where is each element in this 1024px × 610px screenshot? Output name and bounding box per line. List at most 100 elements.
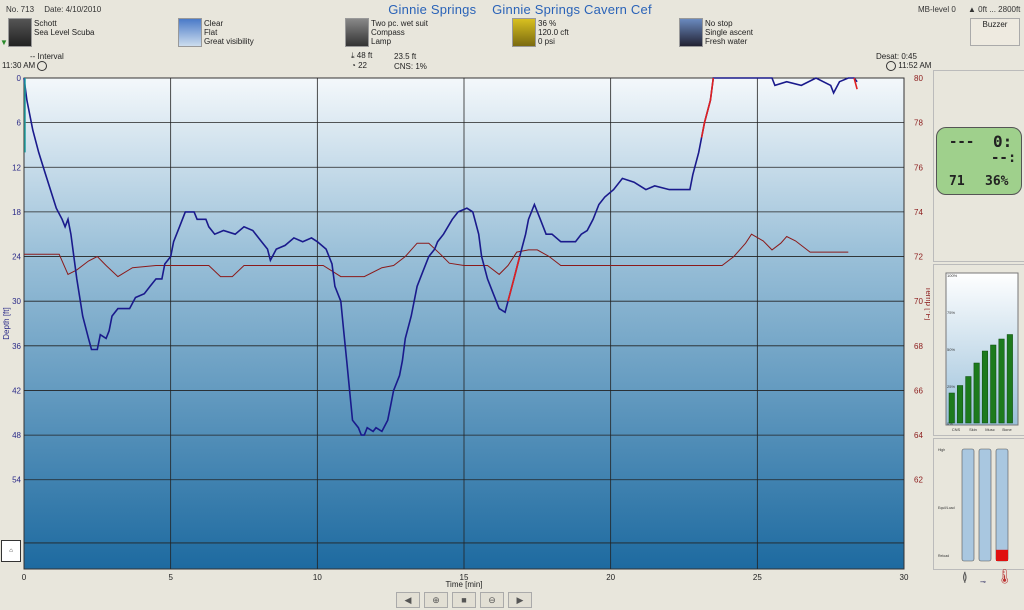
x-tick-label: 0 xyxy=(22,573,27,582)
thermometer-icon: 🌡 xyxy=(996,568,1014,584)
stop-button[interactable]: ■ xyxy=(452,592,476,608)
diver-name: Schott xyxy=(34,19,57,28)
weather-visibility: Great visibility xyxy=(204,37,254,46)
equipment-info[interactable]: Two pc. wet suit Compass Lamp xyxy=(345,18,475,47)
x-tick-label: 25 xyxy=(753,573,762,582)
y2-tick-label: 72 xyxy=(914,253,923,262)
computer-top-left: --- xyxy=(949,134,975,150)
equipment-lamp: Lamp xyxy=(371,37,392,46)
dive-profile-chart[interactable]: 0 5 10 15 20 25 300612182430364248548078767472… xyxy=(0,70,930,590)
interval-label: -- Interval xyxy=(30,52,64,61)
cns-left: ◔ 22 xyxy=(351,61,367,70)
tank-volume: 120.0 cft xyxy=(538,28,569,37)
x-tick-label: 5 xyxy=(168,573,173,582)
y-tick-label: 30 xyxy=(12,297,21,306)
y2-tick-label: 70 xyxy=(914,297,923,306)
y-tick-label: 54 xyxy=(12,476,21,485)
tissue-label: Equil/Load xyxy=(938,506,955,510)
page-title: Ginnie Springs Ginnie Springs Cavern Cef xyxy=(330,2,710,17)
y2-tick-label: 66 xyxy=(914,386,923,395)
y2-tick-label: 78 xyxy=(914,119,923,128)
tissue-bar xyxy=(978,448,992,562)
camera-icon xyxy=(345,18,369,47)
mountain-icon: ▲ xyxy=(968,5,976,14)
saturation-y-label: 100% xyxy=(947,273,958,278)
y-tick-label: 0 xyxy=(17,74,22,83)
tissue-bar-fill xyxy=(996,549,1008,561)
y2-tick-label: 68 xyxy=(914,342,923,351)
tank-oxygen: 36 % xyxy=(538,19,557,28)
desat-time: Desat: 0:45 xyxy=(876,52,917,61)
dive-date: Date: 4/10/2010 xyxy=(44,5,102,14)
y-tick-label: 42 xyxy=(12,386,21,395)
tissue-bar xyxy=(961,448,975,562)
dive-shop: Sea Level Scuba xyxy=(34,28,95,37)
tank-icon xyxy=(512,18,536,47)
zoom-out-button[interactable]: ⊖ xyxy=(480,592,504,608)
max-depth: ⤓ 48 ft xyxy=(351,51,372,61)
deco-info[interactable]: No stop Single ascent Fresh water xyxy=(679,18,809,47)
saturation-bar xyxy=(957,385,964,424)
computer-mid-right: --: xyxy=(991,150,1017,166)
y-tick-label: 24 xyxy=(12,253,21,262)
saturation-y-label: 75% xyxy=(947,310,955,315)
buzzer-button[interactable]: Buzzer xyxy=(970,18,1020,46)
y2-tick-label: 76 xyxy=(914,163,923,172)
computer-bottom-left: 71 xyxy=(949,174,965,189)
saturation-y-label: 25% xyxy=(947,384,955,389)
bottle-icon: ≬ xyxy=(962,570,968,584)
y2-tick-label: 74 xyxy=(914,208,923,217)
water-type: Fresh water xyxy=(705,37,748,46)
dive-header: No. 713 Date: 4/10/2010 xyxy=(6,5,109,14)
cns-left-value: 22 xyxy=(358,61,367,70)
saturation-x-label: Bone xyxy=(1002,427,1012,432)
home-icon[interactable]: ⌂ xyxy=(1,540,21,562)
weather-info[interactable]: Clear Flat Great visibility xyxy=(178,18,308,47)
diver-swimming-icon xyxy=(679,18,703,47)
computer-top-right: 0: xyxy=(993,132,1013,151)
y-tick-label: 12 xyxy=(12,163,21,172)
next-button[interactable]: ▶ xyxy=(508,592,532,608)
y2-tick-label: 80 xyxy=(914,74,923,83)
tissue-bar xyxy=(995,448,1009,562)
saturation-y-label: 50% xyxy=(947,347,955,352)
saturation-bar xyxy=(973,362,980,424)
y2-tick-label: 62 xyxy=(914,476,923,485)
zoom-in-button[interactable]: ⊕ xyxy=(424,592,448,608)
y-tick-label: 36 xyxy=(12,342,21,351)
y-tick-label: 48 xyxy=(12,431,21,440)
x-axis-label: Time [min] xyxy=(445,580,482,589)
saturation-bar-chart: 100%75%50%25%0%CNS Skin Musc Bone xyxy=(945,272,1019,432)
x-tick-label: 10 xyxy=(313,573,322,582)
dive-computer-display: --- 0: --: 71 36% xyxy=(936,127,1022,195)
equipment-compass: Compass xyxy=(371,28,405,37)
altitude-range: ▲ 0ft ... 2800ft xyxy=(968,5,1020,14)
tissue-panel: High Equil/Load Reload xyxy=(933,438,1024,570)
prev-button[interactable]: ◀ xyxy=(396,592,420,608)
saturation-bar xyxy=(948,392,955,424)
computer-bottom-right: 36% xyxy=(985,174,1009,189)
expand-arrow-icon[interactable]: ▼ xyxy=(0,38,8,47)
equipment-suit: Two pc. wet suit xyxy=(371,19,428,28)
saturation-x-label: Skin xyxy=(969,427,977,432)
saturation-x-label: Musc xyxy=(985,427,995,432)
x-tick-label: 20 xyxy=(606,573,615,582)
tank-pressure: 0 psi xyxy=(538,37,555,46)
y2-axis-label: Temp [°F] xyxy=(924,286,930,320)
weather-sky: Clear xyxy=(204,19,224,28)
diver-info[interactable]: Schott Sea Level Scuba xyxy=(8,18,138,47)
y-tick-label: 18 xyxy=(12,208,21,217)
end-time-label: 11:52 AM xyxy=(898,61,932,71)
deco-stop: No stop xyxy=(705,19,733,28)
max-depth-value: 48 ft xyxy=(356,51,373,60)
y-axis-label: Depth [ft] xyxy=(2,307,11,339)
start-time-label: 11:30 AM xyxy=(2,61,36,71)
saturation-bar xyxy=(998,338,1005,424)
weather-sea: Flat xyxy=(204,28,218,37)
tissue-label: Reload xyxy=(938,554,949,558)
tank-info[interactable]: 36 % 120.0 cft 0 psi xyxy=(512,18,642,47)
y-tick-label: 6 xyxy=(17,119,22,128)
dive-number: No. 713 xyxy=(6,5,35,14)
saturation-bar xyxy=(990,344,997,424)
saturation-bar xyxy=(981,350,988,424)
